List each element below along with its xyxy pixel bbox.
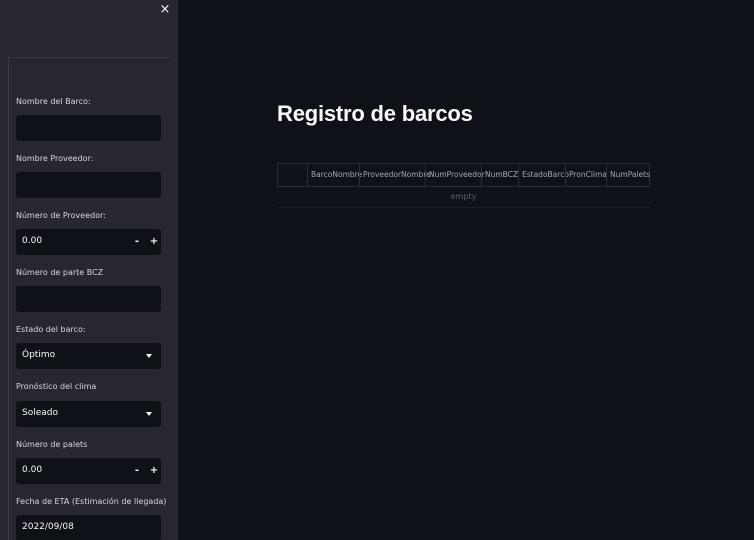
table-header: BarcoNombre ProveedorNombre NumProveedor… — [277, 163, 650, 187]
fecha-eta-value: 2022/09/08 — [22, 522, 74, 532]
parte-bcz-label: Número de parte BCZ — [16, 268, 104, 277]
table-empty-message: empty — [277, 187, 650, 208]
numero-palets-input[interactable]: 0.00 - + — [16, 458, 161, 484]
numero-proveedor-label: Número de Proveedor: — [16, 211, 106, 220]
sidebar-divider-left — [8, 57, 9, 540]
sidebar-divider — [8, 57, 170, 58]
estado-barco-label: Estado del barco: — [16, 325, 86, 334]
pronostico-clima-value: Soleado — [22, 408, 58, 418]
numero-proveedor-value: 0.00 — [22, 236, 43, 246]
table-index-header — [278, 164, 307, 186]
barco-nombre-input[interactable] — [16, 115, 161, 141]
parte-bcz-input[interactable] — [16, 286, 161, 312]
numero-palets-value: 0.00 — [22, 465, 43, 475]
sidebar: × Nombre del Barco: Nombre Proveedor: Nú… — [0, 0, 178, 540]
close-sidebar-icon[interactable]: × — [158, 3, 172, 17]
estado-barco-value: Óptimo — [22, 350, 56, 360]
fecha-eta-label: Fecha de ETA (Estimación de llegada) — [16, 497, 167, 506]
numero-proveedor-decrement-button[interactable]: - — [130, 233, 144, 251]
fecha-eta-input[interactable]: 2022/09/08 — [16, 515, 161, 540]
data-table[interactable]: BarcoNombre ProveedorNombre NumProveedor… — [277, 163, 650, 208]
proveedor-nombre-input[interactable] — [16, 172, 161, 198]
column-header[interactable]: NumPalets — [606, 164, 650, 186]
pronostico-clima-select[interactable]: Soleado — [16, 401, 161, 427]
numero-palets-decrement-button[interactable]: - — [130, 462, 144, 480]
numero-proveedor-increment-button[interactable]: + — [147, 233, 161, 251]
barco-nombre-label: Nombre del Barco: — [16, 97, 91, 106]
column-header[interactable]: ProveedorNombre — [359, 164, 431, 186]
chevron-down-icon — [146, 412, 152, 416]
estado-barco-select[interactable]: Óptimo — [16, 343, 161, 369]
chevron-down-icon — [146, 354, 152, 358]
column-header[interactable]: EstadoBarco — [518, 164, 569, 186]
numero-palets-increment-button[interactable]: + — [147, 462, 161, 480]
numero-proveedor-input[interactable]: 0.00 - + — [16, 229, 161, 255]
column-header[interactable]: NumProveedor — [425, 164, 485, 186]
column-header[interactable]: PronClima — [565, 164, 607, 186]
proveedor-nombre-label: Nombre Proveedor: — [16, 154, 94, 163]
page-title: Registro de barcos — [277, 101, 473, 126]
column-header[interactable]: BarcoNombre — [307, 164, 362, 186]
column-header[interactable]: NumBCZ — [481, 164, 518, 186]
numero-palets-label: Número de palets — [16, 440, 88, 449]
pronostico-clima-label: Pronóstico del clima — [16, 382, 97, 391]
